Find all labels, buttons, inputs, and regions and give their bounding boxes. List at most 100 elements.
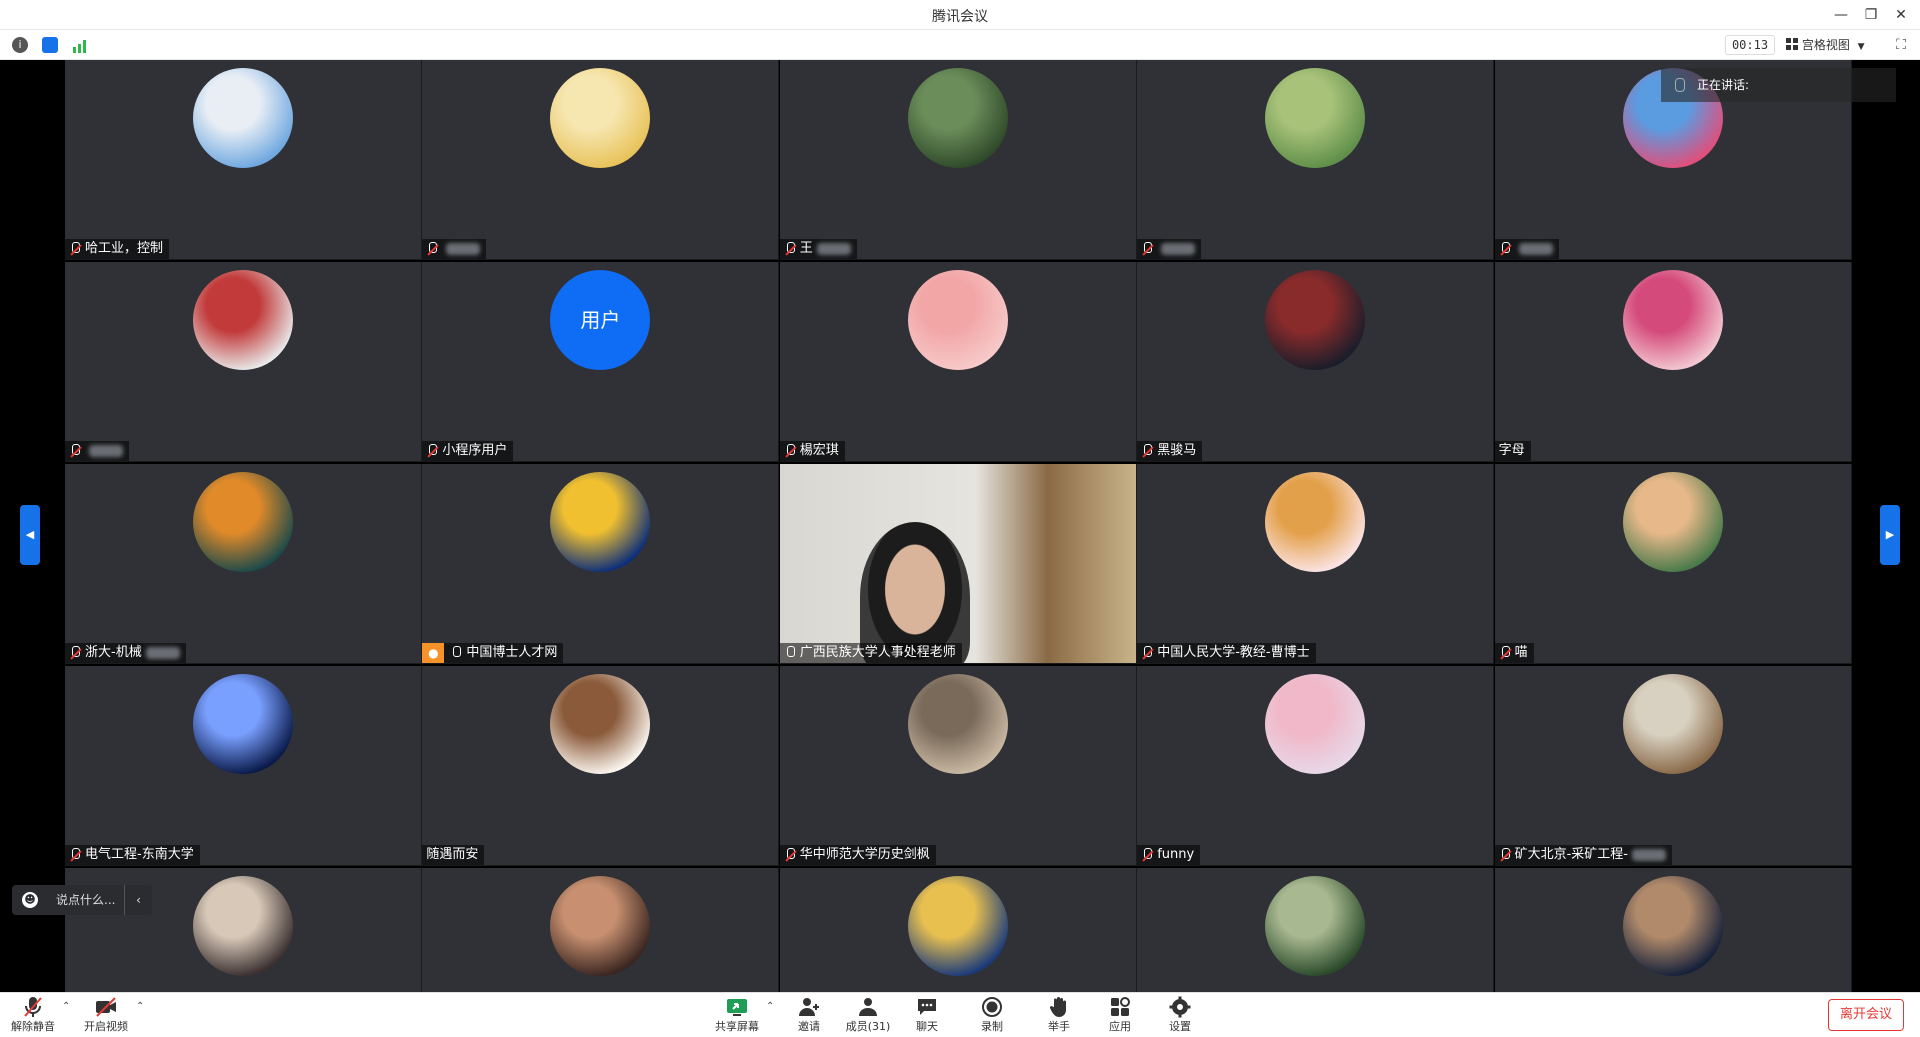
participant-name: 中国人民大学-教经-曹博士	[1157, 645, 1310, 660]
participant-name: 字母	[1498, 443, 1525, 458]
mic-muted-icon	[1499, 646, 1511, 660]
emoji-icon[interactable]: ☻	[22, 892, 38, 908]
status-bar: i 00:13 宫格视图 ▼ ⛶	[0, 30, 1920, 60]
grid-icon	[1786, 38, 1798, 50]
shield-icon[interactable]	[42, 37, 58, 53]
apps-label: 应用	[1109, 1020, 1131, 1033]
participant-avatar	[193, 674, 293, 774]
participant-tile[interactable]: 用户 小程序用户	[422, 262, 780, 462]
mic-muted-icon	[1499, 242, 1511, 256]
record-label: 录制	[981, 1020, 1003, 1033]
signal-icon[interactable]	[72, 38, 88, 53]
record-button[interactable]: 录制	[962, 996, 1022, 1036]
participant-tile[interactable]	[1494, 868, 1852, 992]
participant-tile[interactable]: 楊宏琪	[779, 262, 1137, 462]
restore-icon[interactable]: ❐	[1860, 4, 1882, 26]
redacted-name	[816, 243, 851, 255]
mic-icon	[784, 646, 796, 660]
close-icon[interactable]: ✕	[1890, 4, 1912, 26]
participant-tile[interactable]	[65, 262, 422, 462]
start-video-label: 开启视频	[84, 1020, 128, 1033]
mic-muted-icon	[1499, 848, 1511, 862]
raise-hand-button[interactable]: 举手	[1029, 996, 1089, 1036]
participant-tile[interactable]	[422, 868, 780, 992]
chat-label: 聊天	[916, 1020, 938, 1033]
participant-tile[interactable]	[779, 868, 1137, 992]
participant-nametag: 王	[779, 239, 857, 259]
members-button[interactable]: 成员(31)	[838, 996, 898, 1036]
participant-tile[interactable]: 哈工业，控制	[65, 60, 422, 260]
meeting-timer: 00:13	[1725, 35, 1775, 55]
participant-nametag	[422, 239, 487, 259]
participant-name: 中国博士人才网	[466, 645, 558, 660]
apps-button[interactable]: 应用	[1090, 996, 1150, 1036]
title-bar: 腾讯会议 — ❐ ✕	[0, 0, 1920, 30]
hand-icon	[1049, 997, 1066, 1017]
participant-nametag: ● 中国博士人才网	[422, 643, 564, 663]
participant-name: 黑骏马	[1157, 443, 1197, 458]
participant-tile[interactable]: 黑骏马	[1137, 262, 1495, 462]
invite-button[interactable]: 邀请	[779, 996, 839, 1036]
participant-tile[interactable]: 中国人民大学-教经-曹博士	[1137, 464, 1495, 664]
share-screen-button[interactable]: 共享屏幕	[707, 996, 767, 1036]
participant-tile[interactable]	[422, 60, 780, 260]
participant-tile[interactable]: 喵	[1494, 464, 1852, 664]
participant-name: 小程序用户	[442, 443, 508, 458]
info-icon[interactable]: i	[12, 37, 28, 53]
redacted-name	[89, 445, 123, 457]
prev-page-button[interactable]: ◀	[20, 505, 40, 565]
participant-nametag: 电气工程-东南大学	[65, 845, 200, 865]
gear-icon	[1169, 996, 1191, 1018]
next-page-button[interactable]: ▶	[1880, 505, 1900, 565]
speaking-label: 正在讲话:	[1697, 78, 1750, 92]
redacted-name	[145, 647, 180, 659]
participant-tile[interactable]: ● 中国博士人才网	[422, 464, 780, 664]
mic-muted-icon	[784, 444, 796, 458]
speaking-indicator: 正在讲话:	[1661, 68, 1896, 102]
chat-button[interactable]: 聊天	[897, 996, 957, 1036]
participant-tile[interactable]: funny	[1137, 666, 1495, 866]
participant-tile[interactable]	[1137, 868, 1495, 992]
leave-meeting-button[interactable]: 离开会议	[1828, 999, 1904, 1031]
fullscreen-icon[interactable]: ⛶	[1892, 36, 1910, 54]
settings-button[interactable]: 设置	[1150, 996, 1210, 1036]
participant-nametag: 浙大-机械	[65, 643, 186, 663]
mic-muted-icon	[1141, 444, 1153, 458]
participant-avatar	[1265, 472, 1366, 572]
participant-tile[interactable]: 华中师范大学历史剑枫	[779, 666, 1137, 866]
participant-tile[interactable]: 电气工程-东南大学	[65, 666, 422, 866]
host-badge-icon: ●	[422, 643, 445, 663]
participant-nametag: 矿大北京-采矿工程-	[1494, 845, 1672, 865]
participant-tile[interactable]: 广西民族大学人事处程老师	[779, 464, 1137, 664]
participant-avatar	[550, 876, 651, 976]
video-options-chevron[interactable]: ⌃	[136, 1001, 144, 1012]
view-mode-dropdown[interactable]: 宫格视图 ▼	[1782, 35, 1880, 55]
audio-options-chevron[interactable]: ⌃	[62, 1001, 70, 1012]
participant-avatar	[907, 68, 1008, 168]
members-icon	[859, 998, 877, 1016]
participant-tile[interactable]: 字母	[1494, 262, 1852, 462]
participant-tile[interactable]: 矿大北京-采矿工程-	[1494, 666, 1852, 866]
participant-tile[interactable]: 浙大-机械	[65, 464, 422, 664]
unmute-button[interactable]: 解除静音	[3, 996, 63, 1036]
raise-hand-label: 举手	[1048, 1020, 1070, 1033]
redacted-name	[1518, 243, 1553, 255]
share-options-chevron[interactable]: ⌃	[766, 1001, 774, 1012]
redacted-name	[1631, 849, 1666, 861]
mic-muted-icon	[426, 444, 438, 458]
participant-tile[interactable]: 王	[779, 60, 1137, 260]
participant-nametag: 哈工业，控制	[65, 239, 170, 259]
quick-chat-input[interactable]: ☻ 说点什么... ‹	[12, 885, 152, 915]
participant-video	[779, 464, 1136, 663]
participant-tile[interactable]: 随遇而安	[422, 666, 780, 866]
mic-muted-icon	[784, 848, 796, 862]
mic-muted-icon	[1141, 646, 1153, 660]
participant-nametag: funny	[1137, 845, 1201, 865]
participant-avatar	[193, 876, 293, 976]
participant-avatar	[550, 68, 651, 168]
collapse-chat-icon[interactable]: ‹	[124, 885, 152, 915]
start-video-button[interactable]: 开启视频	[76, 996, 136, 1036]
participant-avatar	[1622, 674, 1723, 774]
minimize-icon[interactable]: —	[1830, 4, 1852, 26]
participant-tile[interactable]	[1137, 60, 1495, 260]
